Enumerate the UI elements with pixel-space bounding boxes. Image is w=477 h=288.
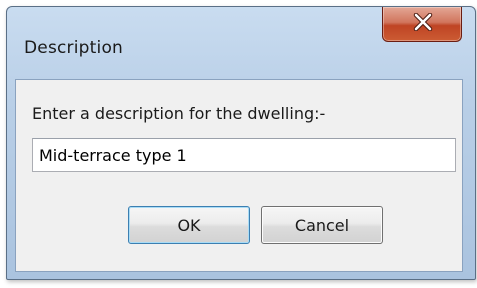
description-prompt-label: Enter a description for the dwelling:- [32,104,326,123]
close-icon [413,13,433,31]
dialog-client-area: Enter a description for the dwelling:- O… [15,79,463,272]
cancel-button[interactable]: Cancel [261,206,383,244]
ok-button[interactable]: OK [128,206,250,244]
description-input[interactable] [32,138,456,172]
dialog-title: Description [24,38,124,58]
description-dialog: Description Enter a description for the … [6,6,476,280]
close-button[interactable] [382,7,462,42]
